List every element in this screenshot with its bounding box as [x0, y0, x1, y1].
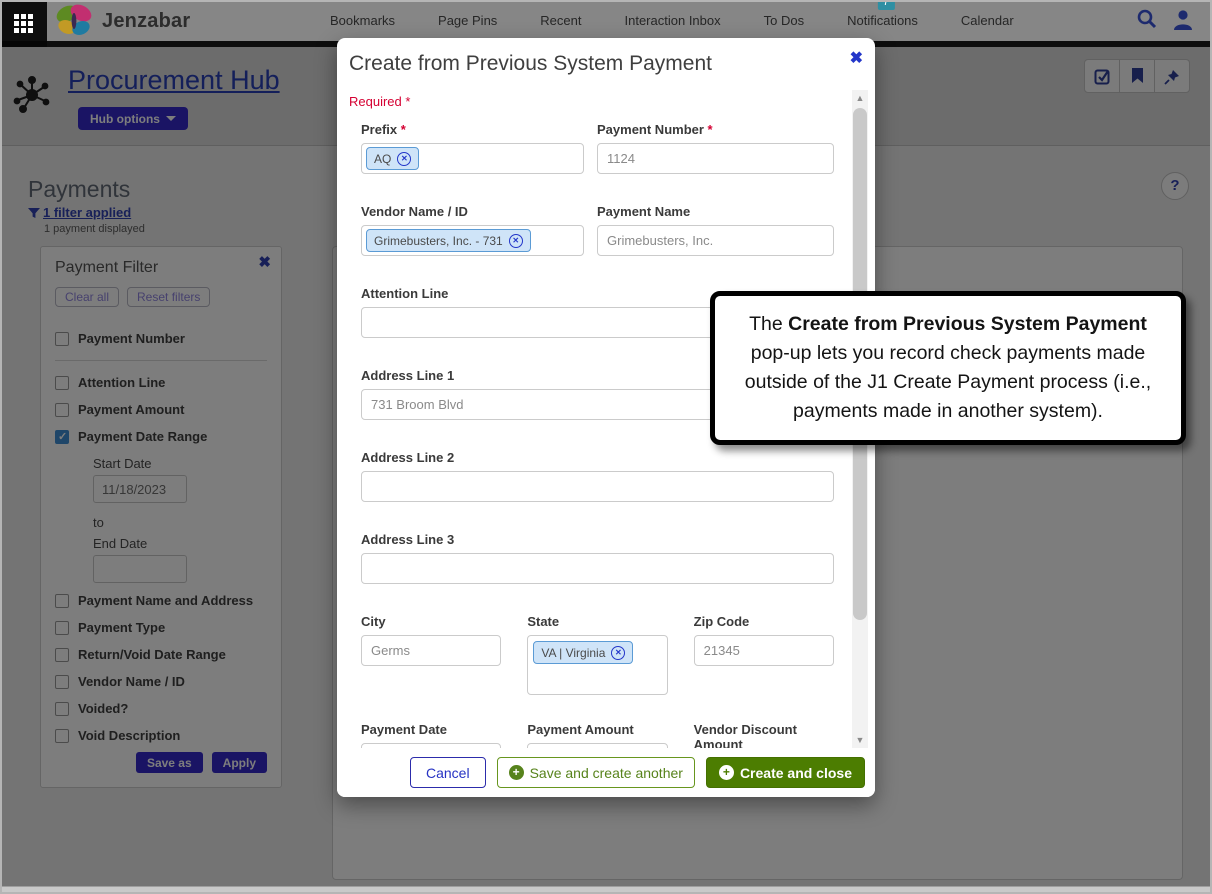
prefix-chip-label: AQ — [374, 152, 391, 166]
plus-circle-icon — [509, 765, 524, 780]
scroll-down-arrow[interactable] — [852, 732, 868, 748]
callout-text: The Create from Previous System Payment … — [731, 310, 1165, 427]
state-chip: VA | Virginia — [533, 641, 633, 664]
address-line-3-label: Address Line 3 — [361, 532, 834, 547]
notifications-badge: 7 — [877, 0, 894, 10]
app-grid-icon — [14, 14, 34, 34]
remove-chip-icon[interactable] — [397, 152, 411, 166]
create-and-close-button[interactable]: Create and close — [706, 757, 865, 788]
user-icon[interactable] — [1172, 8, 1194, 32]
nav-recent[interactable]: Recent — [540, 13, 581, 28]
remove-chip-icon[interactable] — [509, 234, 523, 248]
jenzabar-logo[interactable]: Jenzabar — [52, 2, 190, 40]
address-line-3-input[interactable] — [361, 553, 834, 584]
state-chip-label: VA | Virginia — [541, 646, 605, 660]
vendor-chip: Grimebusters, Inc. - 731 — [366, 229, 531, 252]
app-launcher-button[interactable] — [0, 0, 47, 47]
nav-calendar[interactable]: Calendar — [961, 13, 1014, 28]
modal-close-icon[interactable] — [850, 48, 863, 68]
zip-code-label: Zip Code — [694, 614, 834, 629]
cancel-button[interactable]: Cancel — [410, 757, 486, 788]
scroll-up-arrow[interactable] — [852, 90, 868, 106]
nav-notifications[interactable]: 7 Notifications — [847, 13, 918, 28]
payment-name-input[interactable] — [597, 225, 834, 256]
modal-footer: Cancel Save and create another Create an… — [337, 748, 875, 797]
remove-chip-icon[interactable] — [611, 646, 625, 660]
vendor-name-id-field[interactable]: Grimebusters, Inc. - 731 — [361, 225, 584, 256]
nav-to-dos[interactable]: To Dos — [764, 13, 804, 28]
payment-amount-label: Payment Amount — [527, 722, 667, 737]
save-and-create-another-button[interactable]: Save and create another — [497, 757, 695, 788]
prefix-chip: AQ — [366, 147, 419, 170]
save-another-label: Save and create another — [530, 765, 683, 781]
jenzabar-butterfly-icon — [52, 2, 96, 40]
plus-circle-icon — [719, 765, 734, 780]
nav-page-pins[interactable]: Page Pins — [438, 13, 497, 28]
vendor-discount-amount-label: Vendor Discount Amount — [694, 722, 834, 748]
nav-bookmarks[interactable]: Bookmarks — [330, 13, 395, 28]
modal-title: Create from Previous System Payment — [349, 52, 712, 76]
nav-notifications-label: Notifications — [847, 13, 918, 28]
prefix-label: Prefix * — [361, 122, 584, 137]
app-root: Procurement Hub Hub options Payments 1 f… — [0, 0, 1212, 894]
top-navigation: Bookmarks Page Pins Recent Interaction I… — [330, 0, 1014, 41]
zip-code-input[interactable] — [694, 635, 834, 666]
required-note: Required * — [349, 94, 410, 109]
city-input[interactable] — [361, 635, 501, 666]
city-label: City — [361, 614, 501, 629]
required-asterisk: * — [405, 94, 410, 109]
create-close-label: Create and close — [740, 765, 852, 781]
vendor-chip-label: Grimebusters, Inc. - 731 — [374, 234, 503, 248]
nav-interaction-inbox[interactable]: Interaction Inbox — [625, 13, 721, 28]
annotation-callout: The Create from Previous System Payment … — [710, 291, 1186, 445]
state-label: State — [527, 614, 667, 629]
state-field[interactable]: VA | Virginia — [527, 635, 667, 695]
jenzabar-wordmark: Jenzabar — [102, 10, 190, 33]
address-line-2-label: Address Line 2 — [361, 450, 834, 465]
address-line-2-input[interactable] — [361, 471, 834, 502]
payment-number-label: Payment Number * — [597, 122, 834, 137]
required-text: Required — [349, 94, 402, 109]
vendor-name-id-label: Vendor Name / ID — [361, 204, 584, 219]
payment-date-label: Payment Date — [361, 722, 501, 737]
payment-name-label: Payment Name — [597, 204, 834, 219]
prefix-field[interactable]: AQ — [361, 143, 584, 174]
window-bottom-edge — [0, 886, 1212, 894]
payment-number-input[interactable] — [597, 143, 834, 174]
search-icon[interactable] — [1136, 8, 1158, 32]
